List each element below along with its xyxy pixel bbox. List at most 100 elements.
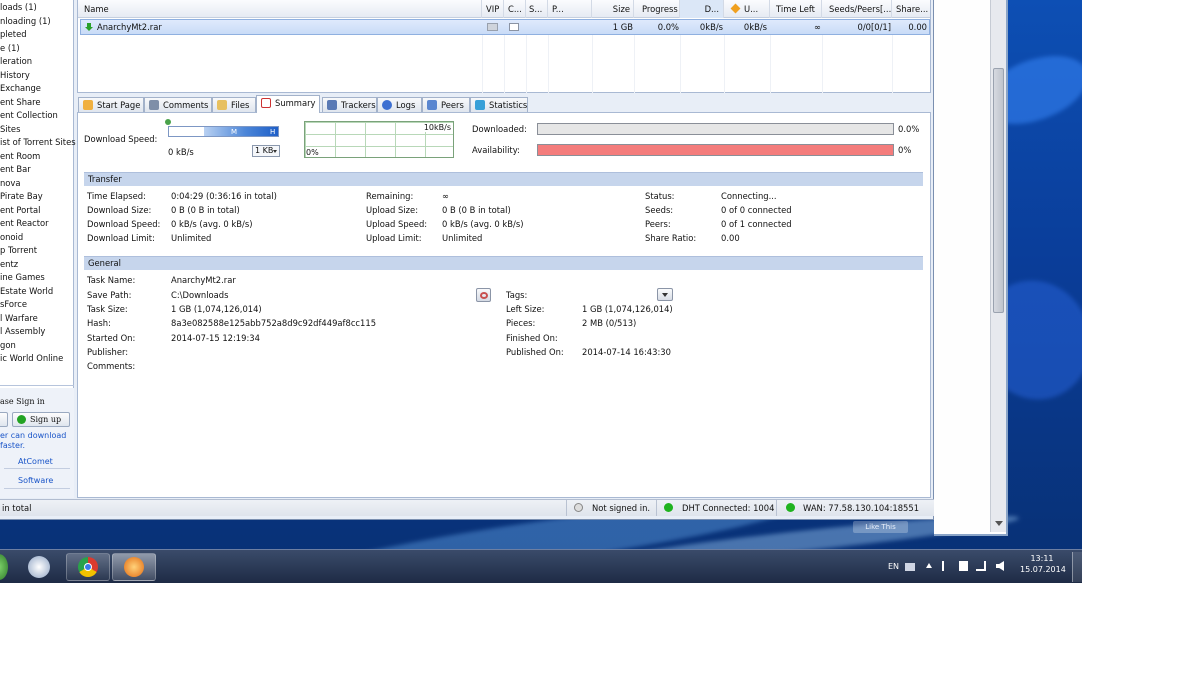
download-size-label: Download Size: <box>87 205 152 215</box>
grid-line <box>504 35 505 93</box>
column-vip[interactable]: VIP <box>482 0 504 18</box>
grid-line <box>680 35 681 93</box>
sidebar-item[interactable]: Sites <box>0 124 20 134</box>
flag-icon[interactable] <box>942 561 951 571</box>
atcomet-link[interactable]: AtComet <box>18 457 53 466</box>
sidebar-item[interactable]: ent Reactor <box>0 218 49 228</box>
column-progress[interactable]: Progress <box>634 0 680 18</box>
column-time-left[interactable]: Time Left <box>770 0 822 18</box>
sidebar-item[interactable]: ent Collection <box>0 110 58 120</box>
sidebar-item[interactable]: sForce <box>0 299 27 309</box>
tab-files[interactable]: Files <box>212 97 256 112</box>
sidebar-item[interactable]: leration <box>0 56 32 66</box>
speed-limit-dropdown[interactable]: 1 KB <box>252 145 280 157</box>
signin-button[interactable] <box>0 412 8 427</box>
sidebar-item[interactable]: Exchange <box>0 83 41 93</box>
sidebar-item[interactable]: e (1) <box>0 43 20 53</box>
column-share[interactable]: Share... <box>892 0 930 18</box>
tab-trackers[interactable]: Trackers <box>322 97 377 112</box>
column-seeds-peers[interactable]: Seeds/Peers[... <box>822 0 892 18</box>
sidebar-item[interactable]: ic World Online <box>0 353 63 363</box>
sidebar-item[interactable]: onoid <box>0 232 23 242</box>
bitcomet-taskbar-button[interactable] <box>112 553 156 581</box>
speed-slider[interactable]: M H <box>168 126 279 137</box>
sidebar-item[interactable]: Estate World <box>0 286 53 296</box>
speed-graph: 10kB/s 0% <box>304 121 454 158</box>
sidebar-item[interactable]: History <box>0 70 30 80</box>
save-path-link[interactable]: C:\Downloads <box>171 290 228 300</box>
clock[interactable]: 13:11 15.07.2014 <box>1020 553 1066 575</box>
column-name[interactable]: Name <box>78 0 482 18</box>
column-p[interactable]: P... <box>548 0 592 18</box>
signin-status[interactable]: Not signed in. <box>592 503 650 513</box>
tags-dropdown-button[interactable] <box>657 288 673 301</box>
security-icon[interactable] <box>959 561 968 571</box>
sidebar-item[interactable]: ist of Torrent Sites <box>0 137 76 147</box>
promo-line-2[interactable]: faster. <box>0 441 25 450</box>
language-indicator[interactable]: EN <box>888 562 899 571</box>
dht-status-icon <box>664 503 673 512</box>
sidebar-item[interactable]: ine Games <box>0 272 45 282</box>
signup-button[interactable]: Sign up <box>12 412 70 427</box>
sidebar-item[interactable]: loads (1) <box>0 2 37 12</box>
column-s[interactable]: S... <box>526 0 548 18</box>
tab-start-page[interactable]: Start Page <box>78 97 144 112</box>
hash-label: Hash: <box>87 318 111 328</box>
sidebar-item[interactable]: pleted <box>0 29 27 39</box>
speed-slider-marker-icon[interactable] <box>165 119 171 125</box>
sidebar-item[interactable]: ent Portal <box>0 205 40 215</box>
sidebar-item[interactable]: ent Share <box>0 97 41 107</box>
scroll-thumb[interactable] <box>993 68 1004 313</box>
vertical-scrollbar[interactable] <box>990 0 1006 532</box>
column-c[interactable]: C... <box>504 0 526 18</box>
sidebar-item[interactable]: l Warfare <box>0 313 38 323</box>
sidebar-item[interactable]: p Torrent <box>0 245 37 255</box>
sidebar-item[interactable]: Pirate Bay <box>0 191 43 201</box>
chrome-taskbar-button[interactable] <box>66 553 110 581</box>
tab-logs[interactable]: Logs <box>377 97 422 112</box>
tab-peers[interactable]: Peers <box>422 97 470 112</box>
sidebar-item[interactable]: nova <box>0 178 21 188</box>
grid-line <box>770 35 771 93</box>
media-player-icon[interactable] <box>28 556 50 578</box>
volume-icon[interactable] <box>996 561 1004 571</box>
availability-fill <box>538 145 893 155</box>
checklist-icon <box>261 98 271 108</box>
sidebar-item[interactable]: l Assembly <box>0 326 45 336</box>
peers-value: 0 of 1 connected <box>721 219 792 229</box>
sidebar-item[interactable]: entz <box>0 259 18 269</box>
tab-label: Statistics <box>489 100 528 110</box>
tray-expand-icon[interactable] <box>926 563 932 568</box>
open-folder-icon[interactable] <box>476 288 491 302</box>
keyboard-icon[interactable] <box>905 563 915 571</box>
sidebar-item[interactable]: gon <box>0 340 16 350</box>
remaining-value: ∞ <box>442 191 449 201</box>
tab-statistics[interactable]: Statistics <box>470 97 528 112</box>
sidebar-item[interactable]: ent Bar <box>0 164 31 174</box>
scroll-down-arrow-icon[interactable] <box>995 521 1003 526</box>
download-limit-value: Unlimited <box>171 233 212 243</box>
table-row[interactable]: AnarchyMt2.rar 1 GB 0.0% 0kB/s 0kB/s ∞ 0… <box>80 19 930 35</box>
promo-line-1[interactable]: er can download <box>0 431 66 440</box>
peers-label: Peers: <box>645 219 671 229</box>
vip-icon <box>487 23 498 31</box>
files-icon <box>217 100 227 110</box>
like-this-button[interactable]: Like This <box>853 521 908 533</box>
software-link[interactable]: Software <box>18 476 53 485</box>
sidebar-item[interactable]: nloading (1) <box>0 16 51 26</box>
row-size: 1 GB <box>612 22 633 32</box>
sidebar-item[interactable]: ent Room <box>0 151 40 161</box>
graph-min-label: 0% <box>306 148 319 157</box>
signup-label: Sign up <box>30 415 62 424</box>
column-download-speed[interactable]: D... <box>680 0 724 18</box>
network-icon[interactable] <box>976 561 986 571</box>
start-orb-icon[interactable] <box>0 554 8 580</box>
tab-summary[interactable]: Summary <box>256 95 320 113</box>
column-size[interactable]: Size <box>592 0 634 18</box>
tab-comments[interactable]: Comments <box>144 97 212 112</box>
wan-status: WAN: 77.58.130.104:18551 <box>803 503 920 513</box>
row-name: AnarchyMt2.rar <box>97 22 162 32</box>
total-count-label: in total <box>2 503 32 513</box>
publisher-label: Publisher: <box>87 347 129 357</box>
show-desktop-button[interactable] <box>1072 552 1082 582</box>
